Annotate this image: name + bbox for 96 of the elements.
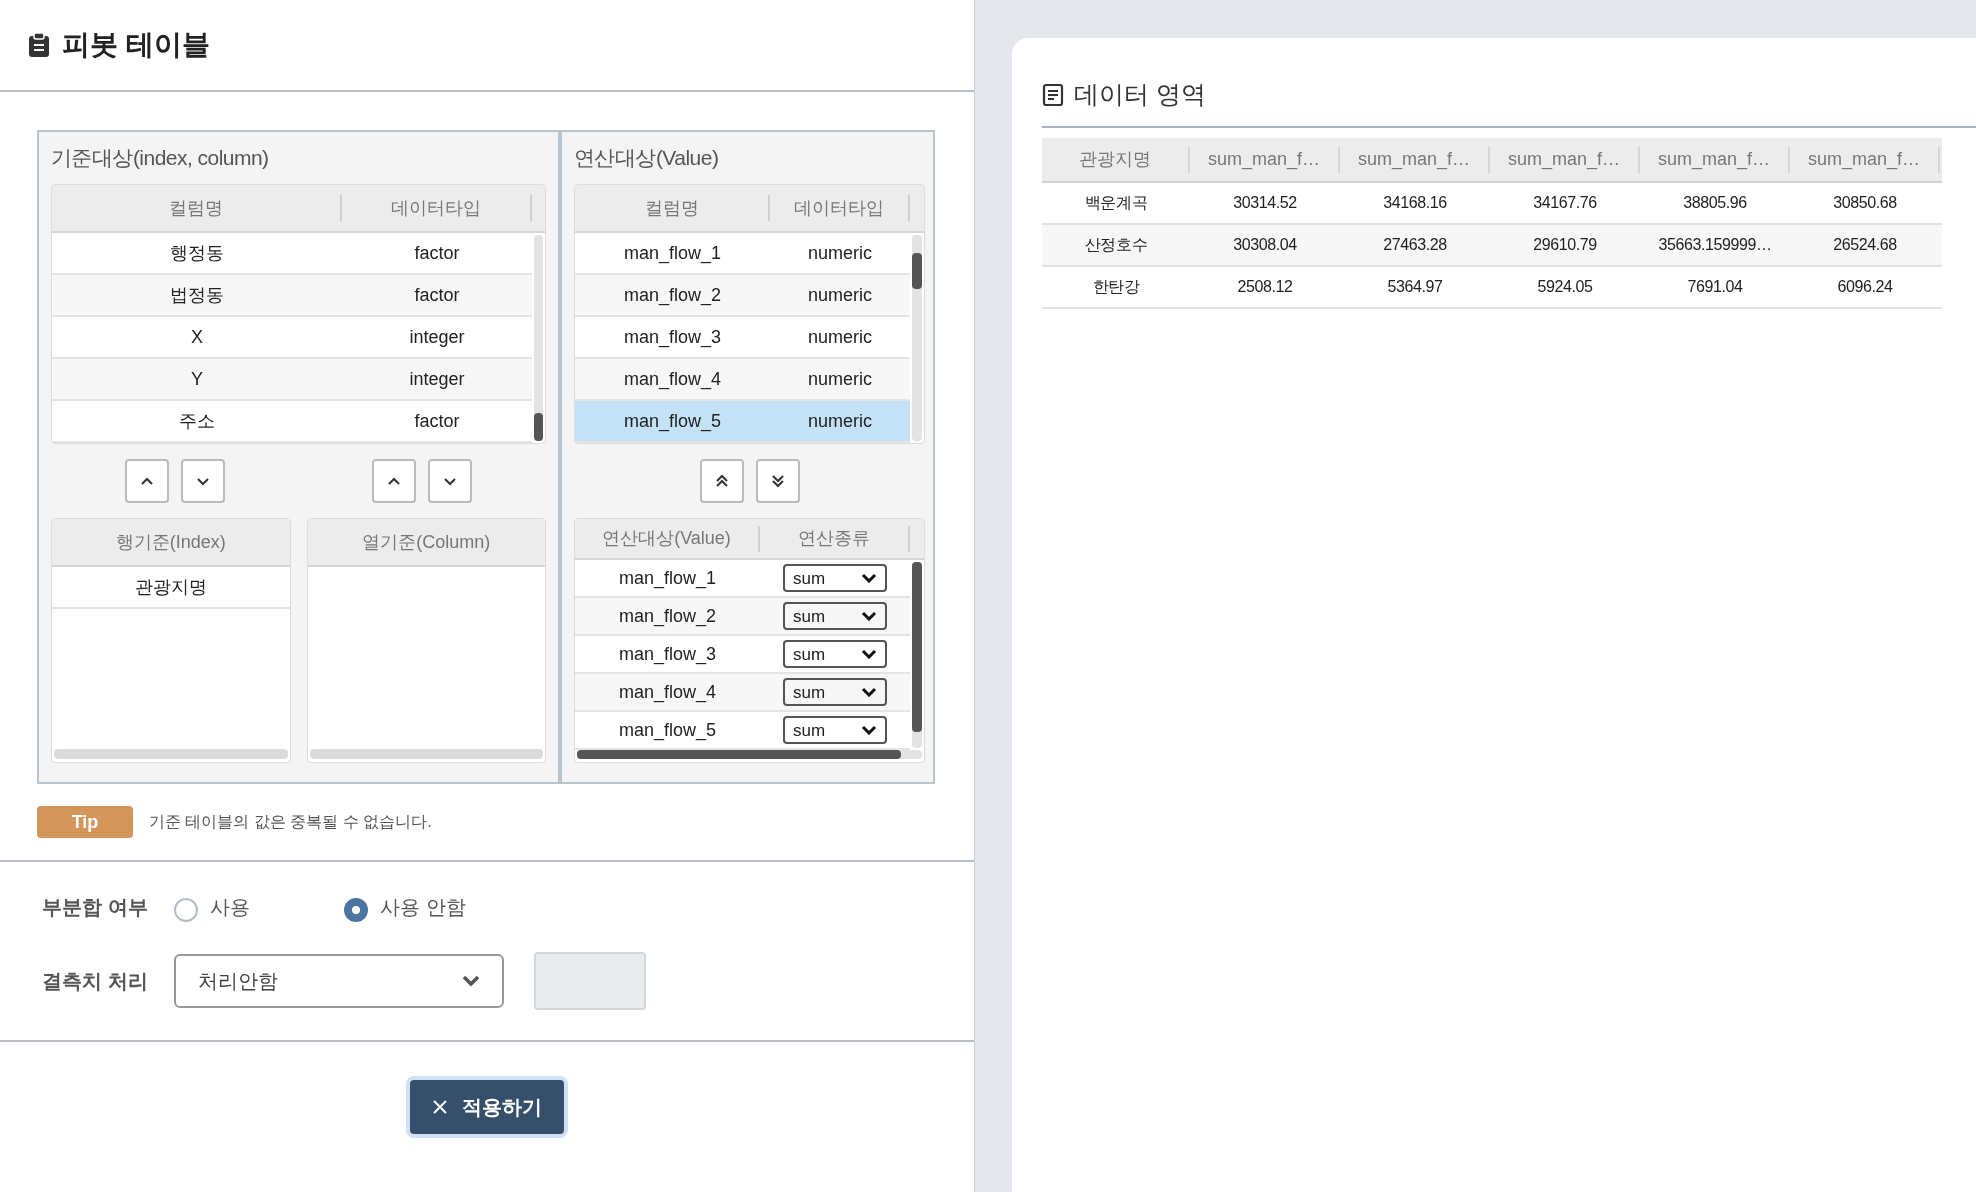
table-cell-text: 법정동 xyxy=(170,283,224,307)
chevron-down-icon xyxy=(861,725,877,736)
apply-button[interactable]: 적용하기 xyxy=(410,1080,564,1134)
table-cell-text: 2508.12 xyxy=(1237,277,1293,297)
table-cell-text: 34167.76 xyxy=(1533,193,1597,213)
operation-select[interactable]: sum xyxy=(783,640,887,669)
tip-text: 기준 테이블의 값은 중복될 수 없습니다. xyxy=(149,812,432,832)
chevron-down-icon xyxy=(195,476,210,486)
table-cell-text: 35663.159999… xyxy=(1658,235,1772,255)
table-cell-text: X xyxy=(191,325,203,349)
field-label: 결측치 처리 xyxy=(42,969,149,994)
table-cell-text: 한탄강 xyxy=(1092,277,1140,297)
table-cell-text: 백운계곡 xyxy=(1084,193,1148,213)
section-title: 데이터 영역 xyxy=(1074,79,1206,111)
operation-select[interactable]: sum xyxy=(783,564,887,593)
section-title: 연산대상(Value) xyxy=(574,145,720,172)
scrollbar[interactable] xyxy=(912,235,922,441)
scrollbar[interactable] xyxy=(577,750,922,759)
scrollbar[interactable] xyxy=(534,235,543,441)
input-field[interactable] xyxy=(534,952,646,1010)
move-down-button[interactable] xyxy=(180,459,225,503)
table-cell-text: man_flow_1 xyxy=(617,566,718,591)
operation-select[interactable]: sum xyxy=(783,716,887,745)
operation-select[interactable]: sum xyxy=(783,678,887,707)
move-down-button[interactable] xyxy=(428,459,473,503)
chevron-up-icon xyxy=(387,476,402,486)
list-item[interactable]: 관광지명 xyxy=(52,567,290,609)
clipboard-icon xyxy=(28,32,50,58)
column-header: sum_man_f… xyxy=(1207,148,1320,172)
column-header: 컬럼명 xyxy=(169,196,223,220)
column-header: 데이터타입 xyxy=(794,196,884,220)
column-header: 연산종류 xyxy=(798,527,870,551)
column-header: sum_man_f… xyxy=(1357,148,1470,172)
column-header: 연산대상(Value) xyxy=(602,527,731,551)
scrollbar[interactable] xyxy=(912,562,922,749)
column-header: sum_man_f… xyxy=(1657,148,1770,172)
column-header: 행기준(Index) xyxy=(115,530,226,554)
table-cell-text: 7691.04 xyxy=(1687,277,1743,297)
table-cell-text: integer xyxy=(409,367,465,391)
table-cell-text: man_flow_3 xyxy=(617,642,718,667)
table-cell-text: 26524.68 xyxy=(1833,235,1897,255)
list-row[interactable]: man_flow_5 numeric xyxy=(575,401,910,443)
table-cell-text: integer xyxy=(409,325,465,349)
table-cell-text: 30850.68 xyxy=(1833,193,1897,213)
table-cell-text: 5364.97 xyxy=(1387,277,1443,297)
move-bottom-button[interactable] xyxy=(755,459,800,503)
table-cell-text: 30308.04 xyxy=(1233,235,1297,255)
section-title: 기준대상(index, column) xyxy=(51,145,270,172)
table-cell-text: man_flow_4 xyxy=(617,680,718,705)
table-cell-text: 6096.24 xyxy=(1837,277,1893,297)
table-cell-text: factor xyxy=(414,409,460,433)
scrollbar[interactable] xyxy=(54,749,288,759)
move-up-button[interactable] xyxy=(372,459,417,503)
table-cell-text: factor xyxy=(414,283,460,307)
column-header: sum_man_f… xyxy=(1807,148,1920,172)
table-cell-text: 29610.79 xyxy=(1533,235,1597,255)
column-header: sum_man_f… xyxy=(1507,148,1620,172)
table-cell-text: 27463.28 xyxy=(1383,235,1447,255)
chevron-down-icon xyxy=(861,573,877,584)
double-chevron-up-icon xyxy=(714,474,729,488)
table-cell-text: 34168.16 xyxy=(1383,193,1447,213)
column-header: 열기준(Column) xyxy=(362,530,491,554)
scrollbar[interactable] xyxy=(309,749,543,759)
chevron-down-icon xyxy=(861,649,877,660)
table-cell-text: 산정호수 xyxy=(1084,235,1148,255)
column-header: 데이터타입 xyxy=(391,196,481,220)
table-cell-text: 5924.05 xyxy=(1537,277,1593,297)
chevron-up-icon xyxy=(139,476,154,486)
table-cell-text: 행정동 xyxy=(170,241,224,265)
operation-select[interactable]: sum xyxy=(783,602,887,631)
table-cell-text: factor xyxy=(414,241,460,265)
table-cell-text: man_flow_5 xyxy=(617,718,718,743)
chevron-down-icon xyxy=(462,975,480,987)
table-cell-text: Y xyxy=(191,367,203,391)
close-icon xyxy=(432,1099,448,1115)
table-cell-text: 38805.96 xyxy=(1683,193,1747,213)
column-header: 관광지명 xyxy=(1079,148,1151,171)
page-title: 피봇 테이블 xyxy=(62,28,210,62)
radio-option[interactable]: 사용 안함 xyxy=(344,892,466,922)
list-row[interactable]: man_flow_2 numeric xyxy=(575,275,910,317)
table-cell-text: 30314.52 xyxy=(1233,193,1297,213)
double-chevron-down-icon xyxy=(770,474,785,488)
chevron-down-icon xyxy=(861,687,877,698)
table-cell-text: 주소 xyxy=(179,409,215,433)
radio-option[interactable]: 사용 xyxy=(174,892,344,922)
move-up-button[interactable] xyxy=(124,459,169,503)
tip-badge: Tip xyxy=(37,806,133,838)
column-header: 컬럼명 xyxy=(644,196,699,220)
missing-value-select[interactable]: 처리안함 xyxy=(174,954,504,1008)
move-top-button[interactable] xyxy=(699,459,744,503)
list-row[interactable]: man_flow_4 numeric xyxy=(575,359,910,401)
document-icon xyxy=(1042,83,1064,107)
field-label: 부분합 여부 xyxy=(42,895,149,920)
table-cell-text: man_flow_2 xyxy=(617,604,718,629)
chevron-down-icon xyxy=(443,476,458,486)
chevron-down-icon xyxy=(861,611,877,622)
